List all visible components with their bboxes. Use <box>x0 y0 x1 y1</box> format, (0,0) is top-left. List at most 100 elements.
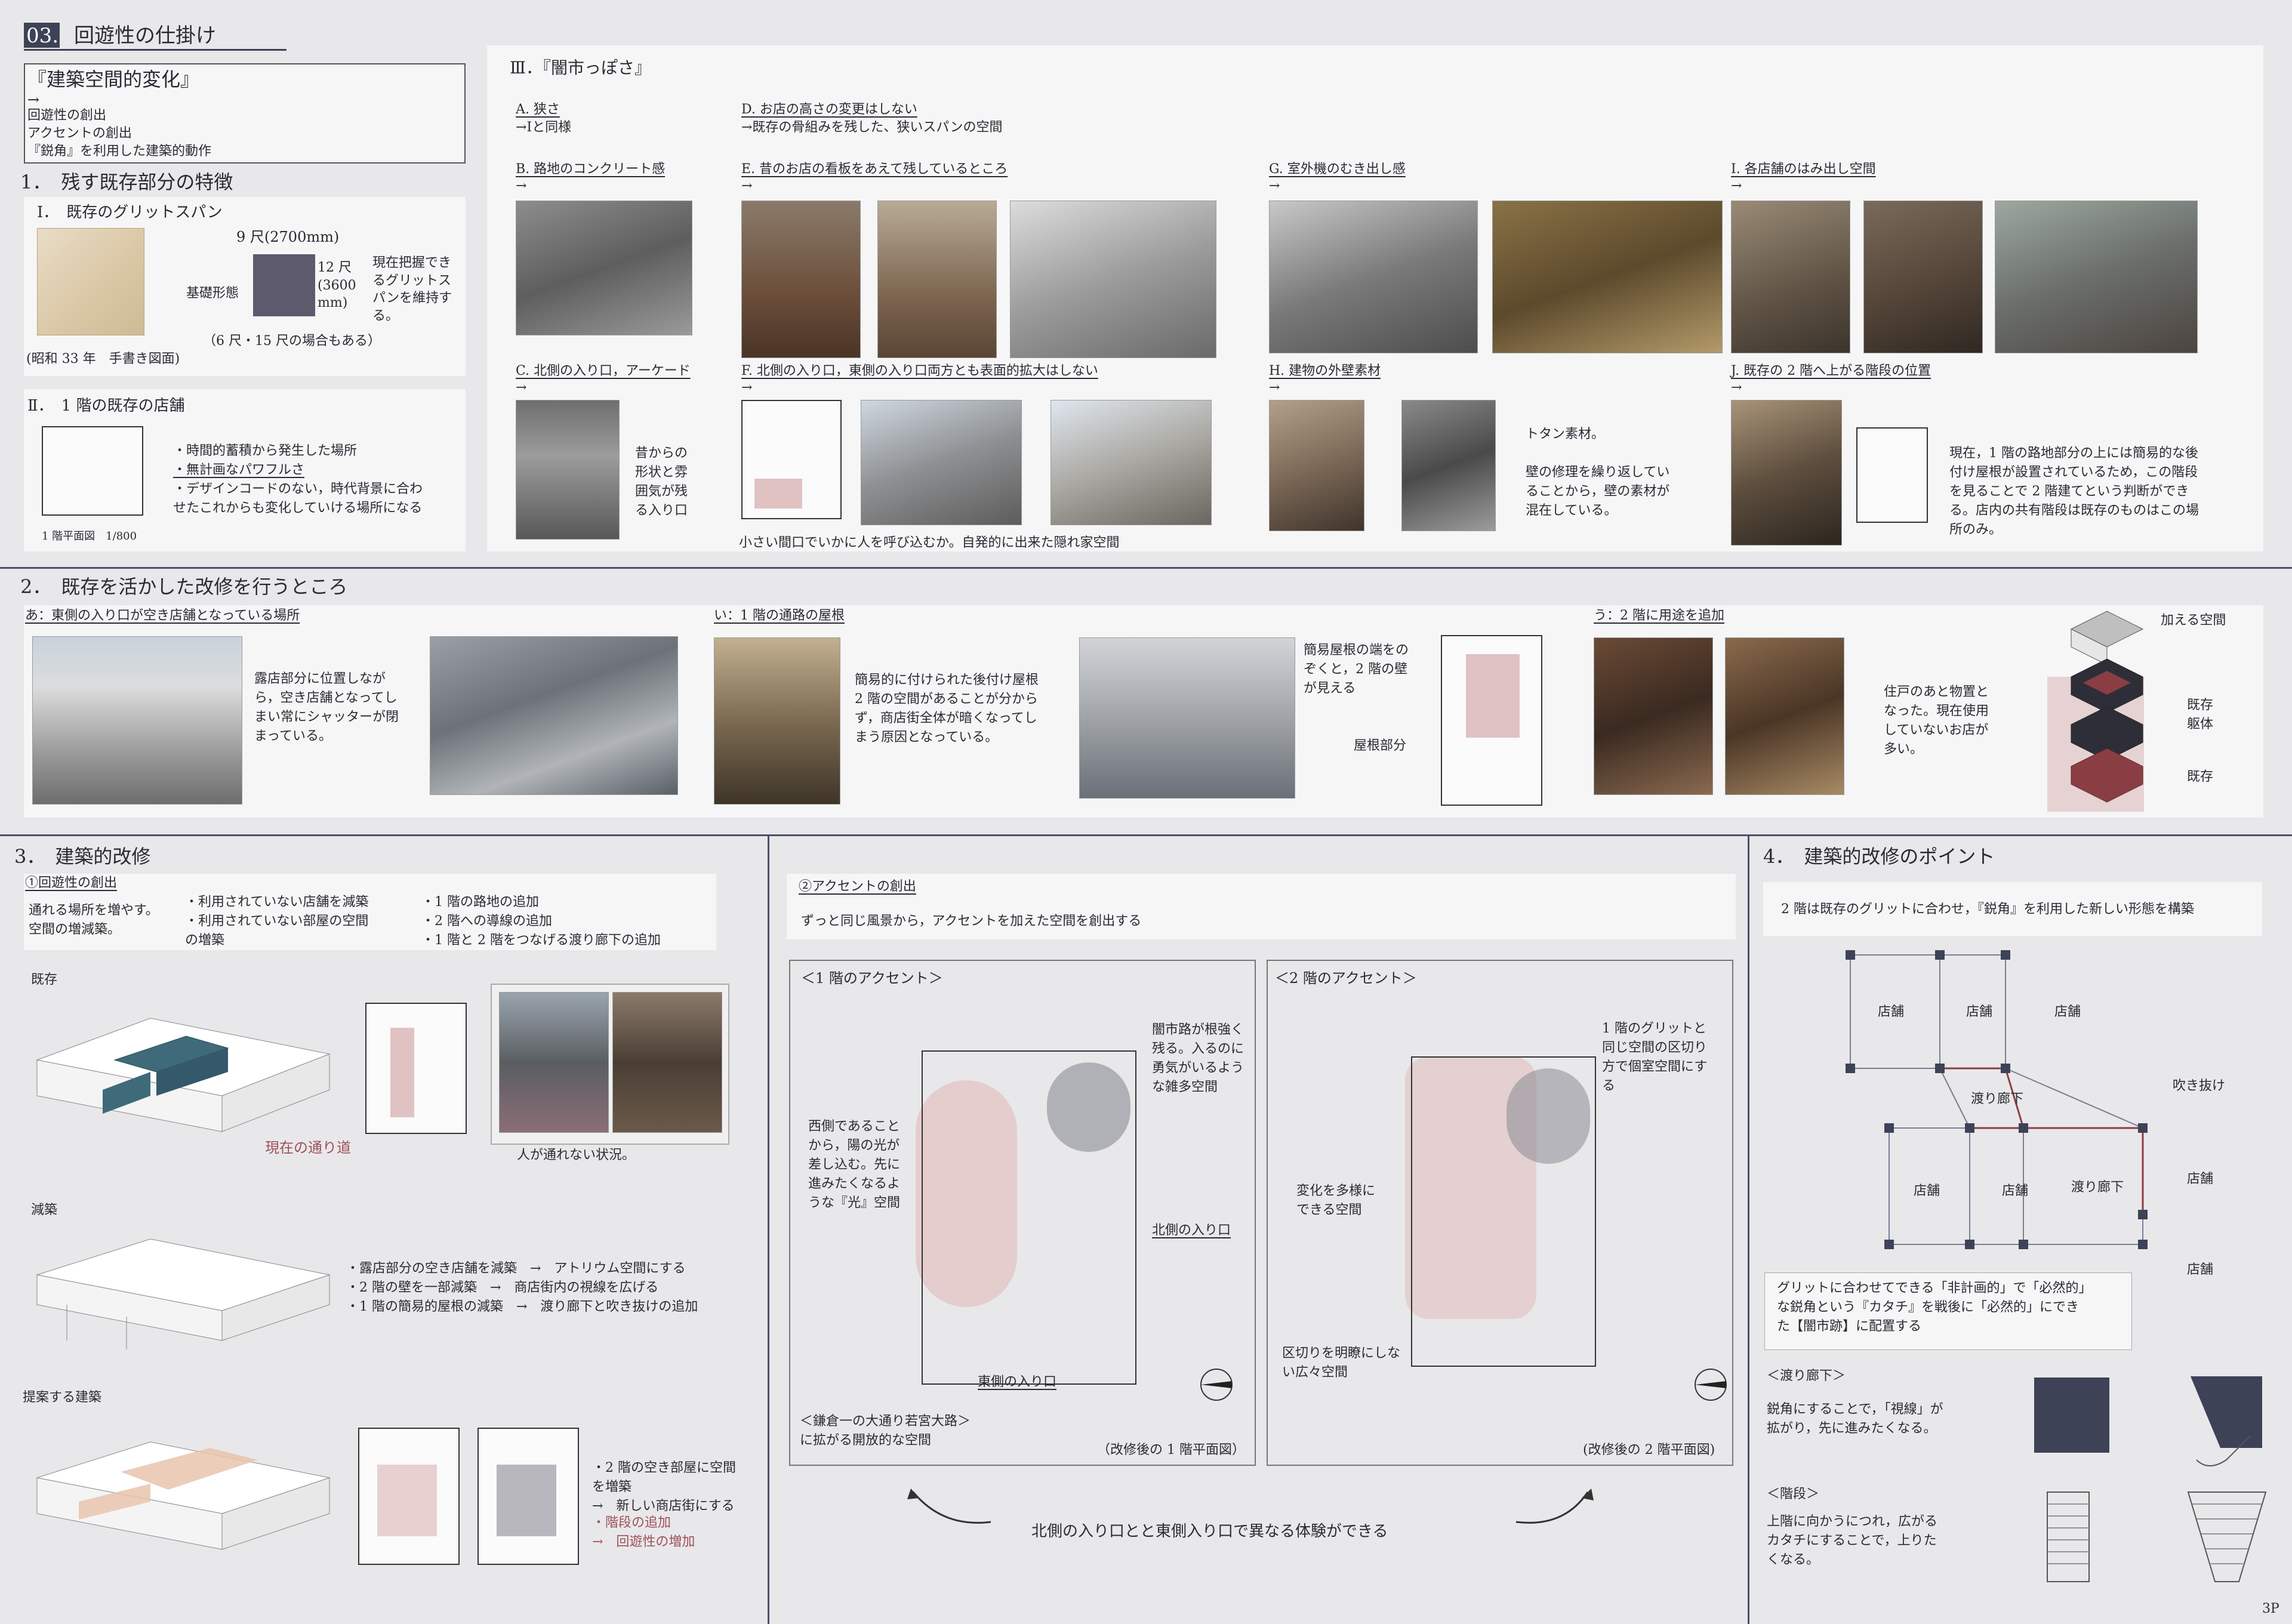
grid-sub-note: （6 尺・15 尺の場合もある） <box>203 334 381 349</box>
exist-label: 既存 <box>2187 769 2214 784</box>
floor1-accent-frame: ＜1 階のアクセント＞ 西側であること から，陽の光が 差し込む。先に 進みたく… <box>789 960 1256 1466</box>
page-title: 回遊性の仕掛け <box>74 24 216 48</box>
divider-2 <box>0 834 2292 836</box>
floor2-accent-title: ＜2 階のアクセント＞ <box>1275 970 1417 987</box>
proposal-label: 提案する建築 <box>23 1390 102 1405</box>
acute-shape-icon <box>2191 1376 2262 1466</box>
grid-shop-5: 店舗 <box>2002 1184 2029 1198</box>
grid-span-box: Ⅰ． 既存のグリットスパン 9 尺(2700mm) 12 尺 (3600 mm)… <box>24 197 466 376</box>
divider-4 <box>1748 836 1749 1624</box>
floor1-accent-title: ＜1 階のアクセント＞ <box>801 970 943 987</box>
item-a-text: →Ⅰと同様 <box>516 120 572 135</box>
item-i2-title: い：1 階の通路の屋根 <box>714 608 845 623</box>
accent-lead: ずっと同じ風景から，アクセントを加えた空間を創出する <box>801 914 1142 929</box>
yamiichi-heading: Ⅲ．『闇市っぽさ』 <box>510 58 652 78</box>
section2-heading: 2． 既存を活かした改修を行うところ <box>20 575 348 598</box>
item-h-arrow: → <box>1269 380 1280 395</box>
item-e-arrow: → <box>741 178 753 193</box>
item-g-title: G. 室外機のむき出し感 <box>1269 162 1406 177</box>
existing-shops-box: Ⅱ． 1 階の既存の店舗 ・時間的蓄積から発生した場所 ・無計画なパワフルさ ・… <box>24 389 466 551</box>
grid-shop-1: 店舗 <box>1878 1004 1905 1019</box>
shops-item-1: ・時間的蓄積から発生した場所 <box>173 443 358 458</box>
item-i2-note: 簡易屋根の端をの ぞくと，2 階の壁 が見える <box>1304 643 1409 696</box>
existing-axonometric <box>36 1018 331 1132</box>
proposal-plan-sketch-1 <box>358 1428 460 1565</box>
grid-span-label: Ⅰ． 既存のグリットスパン <box>37 204 223 221</box>
item-a2-text: 露店部分に位置しなが ら，空き店舗となってし まい常にシャッターが閉 まっている… <box>254 671 399 744</box>
aerial-map-photo <box>430 636 678 795</box>
drawing-caption: (昭和 33 年 手書き図面) <box>26 352 180 366</box>
circulation-sub: ①回遊性の創出 <box>25 876 118 890</box>
arcade-entrance-photo <box>516 400 620 540</box>
old-sign-photo-2 <box>877 201 997 358</box>
floor2-accent-frame: ＜2 階のアクセント＞ 1 階のグリットと 同じ空間の区切り 方で個室空間にす … <box>1267 960 1733 1466</box>
item-a-title: A. 狭さ <box>516 102 560 117</box>
entrance-plan-sketch <box>741 400 842 519</box>
grid-shop-6: 店舗 <box>2187 1172 2214 1187</box>
section1-heading: 1． 残す既存部分の特徴 <box>20 171 233 193</box>
shops-item-3: ・デザインコードのない，時代背景に合わ せたこれからも変化していける場所になる <box>173 482 423 516</box>
grid-shop-7: 店舗 <box>2187 1262 2214 1277</box>
square-shape-icon <box>2034 1378 2109 1453</box>
circulation-bullets-1: ・利用されていない店舗を減築 ・利用されていない部屋の空間 の増築 <box>185 895 369 948</box>
current-path-highlight <box>390 1028 414 1117</box>
stair-straight-icon <box>2047 1492 2090 1582</box>
second-floor-photo-2 <box>1725 637 1844 795</box>
intro-line-2: アクセントの創出 <box>27 126 132 141</box>
old-drawing-image <box>37 228 144 335</box>
item-d-text: →既存の骨組みを残した、狭いスパンの空間 <box>741 120 1003 135</box>
grid-void-label: 吹き抜け <box>2173 1078 2226 1093</box>
item-h-text: トタン素材。 壁の修理を繰り返してい ることから，壁の素材が 混在している。 <box>1526 427 1670 518</box>
massing-diagram <box>2070 611 2144 803</box>
east-entrance-photo <box>1050 400 1212 525</box>
foundation-label: 基礎形態 <box>186 286 239 301</box>
item-c-title: C. 北側の入り口，アーケード <box>516 363 691 378</box>
wall-material-photo-1 <box>1269 400 1364 531</box>
grid-shop-4: 店舗 <box>1914 1184 1940 1198</box>
shop-overflow-photo-3 <box>1995 201 2198 353</box>
north-entrance-label: 北側の入り口 <box>1152 1223 1231 1238</box>
passage-roof-photo <box>714 637 840 805</box>
grid-shop-2: 店舗 <box>1966 1004 1993 1019</box>
proposal-text-2: ・階段の追加 → 回遊性の増加 <box>592 1515 695 1549</box>
second-floor-photo-1 <box>1594 637 1713 795</box>
demolition-axonometric <box>36 1238 331 1349</box>
proposal-plan-highlight-1 <box>377 1465 437 1536</box>
floor-plan-sketch-1 <box>42 426 143 516</box>
grid-note: 現在把握でき るグリットス パンを維持す る。 <box>372 255 452 324</box>
floor2-caption: (改修後の 2 階平面図) <box>1583 1443 1715 1457</box>
section-number: 03. <box>26 24 59 48</box>
add-space-label: 加える空間 <box>2161 613 2226 628</box>
section4-heading: 4． 建築的改修のポイント <box>1763 845 1995 868</box>
section4-note-box: グリットに合わせてできる「非計画的」で「必然的」 な鋭角という『カタチ』を戦後に… <box>1764 1272 2132 1350</box>
existing-label: 既存 <box>31 972 58 987</box>
wall-material-photo-2 <box>1401 400 1496 531</box>
item-b-arrow: → <box>516 178 527 193</box>
item-j-text: 現在，1 階の路地部分の上には簡易的な後 付け屋根が設置されているため，この階段… <box>1949 446 2199 537</box>
proposal-axonometric <box>36 1441 331 1550</box>
floor2-grid-note: 1 階のグリットと 同じ空間の区切り 方で個室空間にす る <box>1602 1021 1708 1093</box>
item-i2-text: 簡易的に付けられた後付け屋根 2 階の空間があることが分から ず，商店街全体が暗… <box>855 673 1039 745</box>
item-f-title: F. 北側の入り口，東側の入り口両方とも表面的拡大はしない <box>741 363 1098 378</box>
item-b-title: B. 路地のコンクリート感 <box>516 162 666 177</box>
item-i-title: I. 各店舗のはみ出し空間 <box>1731 162 1876 177</box>
divider-3 <box>768 836 769 1624</box>
intro-heading: 『建築空間的変化』 <box>27 68 200 91</box>
yamiichi-note: 闇市路が根強く 残る。入るのに 勇気がいるよう な雑多空間 <box>1152 1022 1244 1095</box>
proposal-plan-sketch-2 <box>478 1428 579 1565</box>
old-sign-photo-3 <box>1010 201 1216 358</box>
demolition-text: ・露店部分の空き店舗を減築 → アトリウム空間にする ・2 階の壁を一部減築 →… <box>346 1261 698 1314</box>
grid-corridor-2: 渡り廊下 <box>2071 1180 2124 1195</box>
roof-edge-photo <box>1079 637 1295 799</box>
existing-photo-1 <box>499 992 609 1133</box>
divider-1 <box>0 567 2292 569</box>
stair-plan-sketch <box>1856 427 1928 523</box>
experience-footer: 北側の入り口とと東側入り口で異なる体験ができる <box>1031 1523 1388 1540</box>
north-entrance-photo <box>861 400 1022 525</box>
existing-shops-label: Ⅱ． 1 階の既存の店舗 <box>27 397 185 415</box>
item-j-title: J. 既存の 2 階へ上がる階段の位置 <box>1731 363 1931 378</box>
old-sign-photo-1 <box>741 201 861 358</box>
roof-plan-sketch <box>1441 635 1542 806</box>
grid-corridor-1: 渡り廊下 <box>1971 1092 2024 1107</box>
grid-shop-3: 店舗 <box>2054 1004 2081 1019</box>
